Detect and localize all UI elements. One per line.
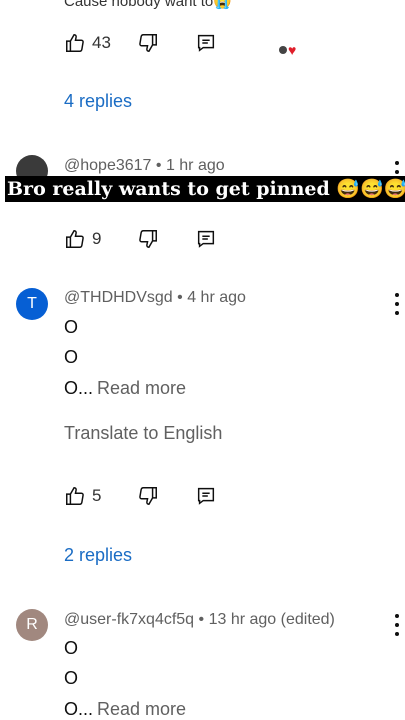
action-row: 43 — [64, 31, 217, 55]
more-options-icon[interactable] — [393, 293, 401, 315]
comment-meta: @THDHDVsgd • 4 hr ago — [64, 289, 246, 306]
thumbs-up-icon — [66, 487, 84, 505]
comment-line: O... Read more — [64, 378, 187, 398]
dislike-button[interactable] — [137, 228, 159, 250]
comment-meta: @user-fk7xq4cf5q • 13 hr ago (edited) — [64, 611, 335, 628]
comment-meta: @hope3617 • 1 hr ago — [64, 157, 225, 174]
comment-line: O... Read more — [64, 699, 187, 719]
thumbs-up-icon — [66, 34, 84, 52]
view-replies-link[interactable]: 4 replies — [64, 91, 132, 112]
dislike-button[interactable] — [137, 32, 159, 54]
like-button[interactable]: 5 — [64, 485, 101, 507]
action-row: 9 — [64, 227, 217, 251]
read-more-link[interactable]: Read more — [97, 378, 186, 398]
thumbs-down-icon — [139, 34, 157, 52]
avatar[interactable]: R — [16, 609, 48, 641]
comment-line: O — [64, 317, 79, 337]
thumbs-down-icon — [139, 230, 158, 248]
comment-time: 1 hr ago — [165, 157, 225, 174]
avatar-letter: R — [26, 616, 38, 633]
action-row: 5 — [64, 484, 217, 508]
reply-icon — [198, 230, 215, 248]
like-count: 43 — [92, 33, 111, 52]
like-count: 5 — [92, 486, 102, 505]
comment-author[interactable]: @user-fk7xq4cf5q — [64, 611, 194, 628]
comment-time: 4 hr ago — [187, 289, 246, 306]
like-button[interactable]: 9 — [64, 228, 101, 250]
reply-icon — [198, 487, 215, 505]
more-options-icon[interactable] — [393, 614, 401, 636]
overlay-caption: Bro really wants to get pinned 😅😅😅 — [5, 176, 405, 202]
reply-button[interactable] — [195, 485, 217, 507]
translate-link[interactable]: Translate to English — [64, 423, 222, 444]
avatar[interactable]: T — [16, 288, 48, 320]
comment-time: 13 hr ago (edited) — [208, 611, 335, 628]
avatar-letter: T — [27, 295, 37, 312]
comment-line: O — [64, 638, 79, 658]
dislike-button[interactable] — [137, 485, 159, 507]
comment-line: O — [64, 347, 79, 367]
creator-heart-icon: ♥ — [279, 42, 296, 58]
comment-line: O — [64, 668, 79, 688]
thumbs-down-icon — [139, 487, 158, 505]
thumbs-up-icon — [66, 230, 84, 248]
comment-text-cut: Cause nobody want to😭 — [64, 0, 232, 10]
read-more-link[interactable]: Read more — [97, 699, 186, 719]
like-button[interactable]: 43 — [64, 32, 111, 54]
reply-button[interactable] — [195, 32, 217, 54]
comment-author[interactable]: @hope3617 — [64, 157, 151, 174]
reply-button[interactable] — [195, 228, 217, 250]
reply-icon — [197, 34, 214, 52]
comment-author[interactable]: @THDHDVsgd — [64, 289, 173, 306]
view-replies-link[interactable]: 2 replies — [64, 545, 132, 566]
like-count: 9 — [92, 229, 102, 248]
